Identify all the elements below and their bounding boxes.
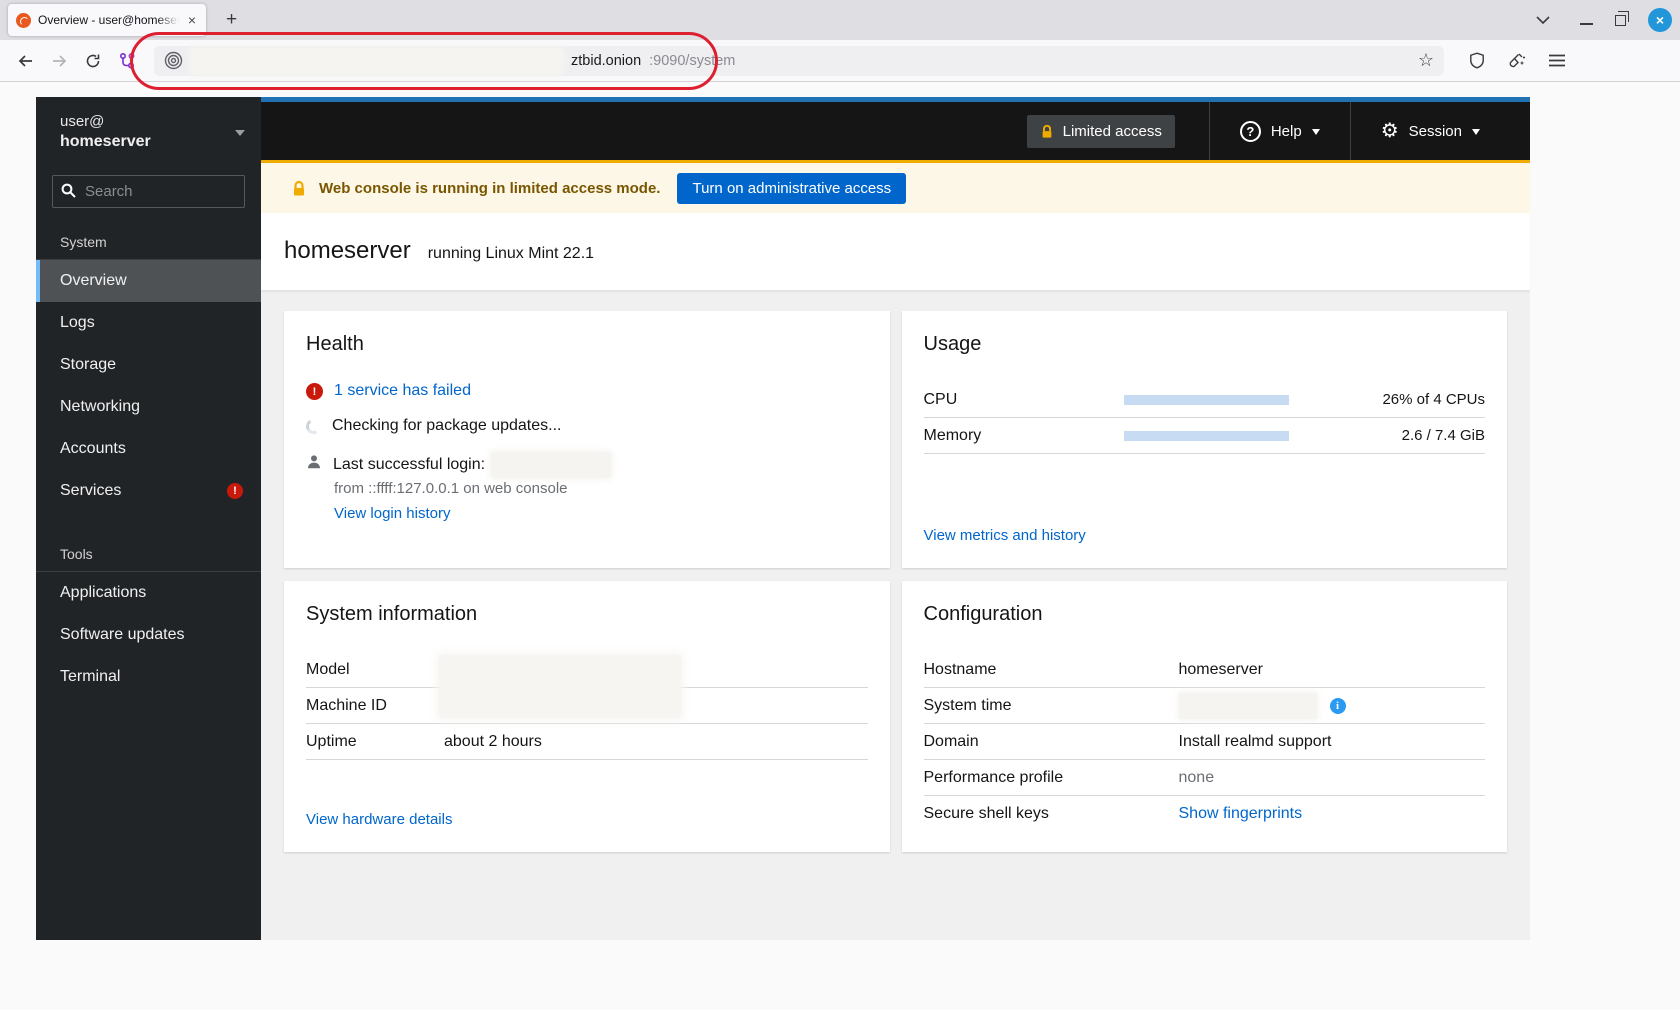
system-time-row: System time i <box>924 688 1486 724</box>
cockpit-favicon-icon <box>16 13 31 28</box>
window-minimize-button[interactable] <box>1580 23 1593 25</box>
spinner-icon <box>304 417 322 435</box>
chevron-down-icon <box>1472 129 1480 139</box>
page-header: homeserver running Linux Mint 22.1 <box>261 213 1530 290</box>
browser-toolbar: ztbid.onion :9090/system ☆ <box>0 40 1680 82</box>
sidebar-item-software-updates[interactable]: Software updates <box>36 614 261 656</box>
limited-access-banner: Web console is running in limited access… <box>261 160 1530 213</box>
user-icon <box>306 454 322 470</box>
sidebar-item-services[interactable]: Services ! <box>36 470 261 512</box>
sidebar-item-terminal[interactable]: Terminal <box>36 656 261 698</box>
memory-label: Memory <box>924 427 1124 445</box>
page-title: homeserver <box>284 237 411 265</box>
sidebar-section-tools: Tools <box>36 536 261 572</box>
back-button[interactable] <box>10 46 40 76</box>
show-fingerprints-link[interactable]: Show fingerprints <box>1179 805 1303 823</box>
system-time-redaction <box>1179 693 1317 719</box>
menu-hamburger-icon[interactable] <box>1542 46 1572 76</box>
usage-card-title: Usage <box>924 333 1486 356</box>
sidebar-item-storage[interactable]: Storage <box>36 344 261 386</box>
main-area: Limited access ? Help ⚙ Session Web cons… <box>261 97 1530 940</box>
health-card: Health ! 1 service has failed Checking f… <box>284 311 890 568</box>
performance-profile-row: Performance profile none <box>924 760 1486 796</box>
browser-tab-strip: Overview - user@homeserver × + × <box>0 0 1680 40</box>
cpu-value: 26% of 4 CPUs <box>1289 391 1486 408</box>
search-icon <box>61 183 76 198</box>
user-menu[interactable]: user@ homeserver <box>36 97 261 165</box>
chevron-down-icon <box>235 130 245 141</box>
info-icon[interactable]: i <box>1330 698 1346 714</box>
sidebar-item-applications[interactable]: Applications <box>36 572 261 614</box>
forward-button[interactable] <box>44 46 74 76</box>
url-bar[interactable]: ztbid.onion :9090/system ☆ <box>154 46 1444 76</box>
search-input[interactable] <box>52 175 245 208</box>
health-card-title: Health <box>306 333 868 356</box>
sidebar-item-overview[interactable]: Overview <box>36 260 261 302</box>
help-menu-button[interactable]: ? Help <box>1210 102 1350 160</box>
overview-cards: Health ! 1 service has failed Checking f… <box>261 290 1530 940</box>
page-subtitle: running Linux Mint 22.1 <box>428 245 594 263</box>
cpu-usage-row: CPU 26% of 4 CPUs <box>924 382 1486 418</box>
tab-title: Overview - user@homeserver <box>38 13 179 27</box>
gear-icon: ⚙ <box>1381 121 1399 141</box>
usage-card: Usage CPU 26% of 4 CPUs Memory 2.6 / 7.4… <box>902 311 1508 568</box>
url-path: :9090/system <box>649 53 735 69</box>
configuration-card: Configuration Hostname homeserver System… <box>902 581 1508 852</box>
memory-progress-bar <box>1124 431 1289 441</box>
tab-list-chevron-icon[interactable] <box>1528 5 1558 35</box>
shield-icon[interactable] <box>1462 46 1492 76</box>
secure-shell-keys-row: Secure shell keys Show fingerprints <box>924 796 1486 832</box>
checking-updates-text: Checking for package updates... <box>332 417 561 435</box>
user-hostname: homeserver <box>60 133 235 151</box>
config-card-title: Configuration <box>924 603 1486 626</box>
cockpit-app: user@ homeserver System Overview Logs St… <box>36 97 1530 940</box>
window-restore-button[interactable] <box>1615 15 1626 26</box>
browser-tab[interactable]: Overview - user@homeserver × <box>8 4 206 36</box>
masthead: Limited access ? Help ⚙ Session <box>261 97 1530 160</box>
new-tab-button[interactable]: + <box>220 9 243 31</box>
exclamation-circle-icon: ! <box>306 383 323 400</box>
extension-icon[interactable] <box>112 46 142 76</box>
service-failed-link[interactable]: 1 service has failed <box>334 382 471 400</box>
services-alert-badge: ! <box>227 483 243 499</box>
login-value-redaction <box>491 452 611 478</box>
question-circle-icon: ? <box>1240 121 1261 142</box>
system-information-card: System information Model Machine ID Upti… <box>284 581 890 852</box>
last-login-label: Last successful login: <box>333 456 485 473</box>
bookmark-star-icon[interactable]: ☆ <box>1418 50 1434 71</box>
model-machineid-redaction <box>439 655 681 718</box>
view-metrics-link[interactable]: View metrics and history <box>924 527 1086 544</box>
uptime-row: Uptime about 2 hours <box>306 724 868 760</box>
memory-value: 2.6 / 7.4 GiB <box>1289 427 1486 444</box>
reload-button[interactable] <box>78 46 108 76</box>
cpu-label: CPU <box>924 391 1124 409</box>
lock-icon <box>291 180 307 197</box>
view-login-history-link[interactable]: View login history <box>334 505 450 522</box>
clear-data-broom-icon[interactable] <box>1502 46 1532 76</box>
sysinfo-card-title: System information <box>306 603 868 626</box>
sidebar-item-logs[interactable]: Logs <box>36 302 261 344</box>
lock-icon <box>1040 124 1054 139</box>
tab-close-icon[interactable]: × <box>186 12 198 28</box>
site-identity-onion-icon[interactable] <box>164 51 183 70</box>
banner-message: Web console is running in limited access… <box>319 180 660 197</box>
session-menu-button[interactable]: ⚙ Session <box>1351 102 1510 160</box>
domain-row: Domain Install realmd support <box>924 724 1486 760</box>
sidebar: user@ homeserver System Overview Logs St… <box>36 97 261 940</box>
sidebar-section-system: System <box>36 224 261 260</box>
memory-usage-row: Memory 2.6 / 7.4 GiB <box>924 418 1486 454</box>
view-hardware-details-link[interactable]: View hardware details <box>306 811 452 828</box>
url-redaction-box <box>191 48 563 74</box>
turn-on-admin-access-button[interactable]: Turn on administrative access <box>677 173 906 204</box>
url-host: ztbid.onion <box>571 53 641 69</box>
login-from-text: from ::ffff:127.0.0.1 on web console <box>334 480 868 497</box>
cpu-progress-bar <box>1124 395 1289 405</box>
window-close-button[interactable]: × <box>1648 8 1672 32</box>
sidebar-item-networking[interactable]: Networking <box>36 386 261 428</box>
sidebar-item-accounts[interactable]: Accounts <box>36 428 261 470</box>
chevron-down-icon <box>1312 129 1320 139</box>
limited-access-button[interactable]: Limited access <box>1027 115 1175 148</box>
user-prefix: user@ <box>60 113 235 130</box>
hostname-row: Hostname homeserver <box>924 652 1486 688</box>
